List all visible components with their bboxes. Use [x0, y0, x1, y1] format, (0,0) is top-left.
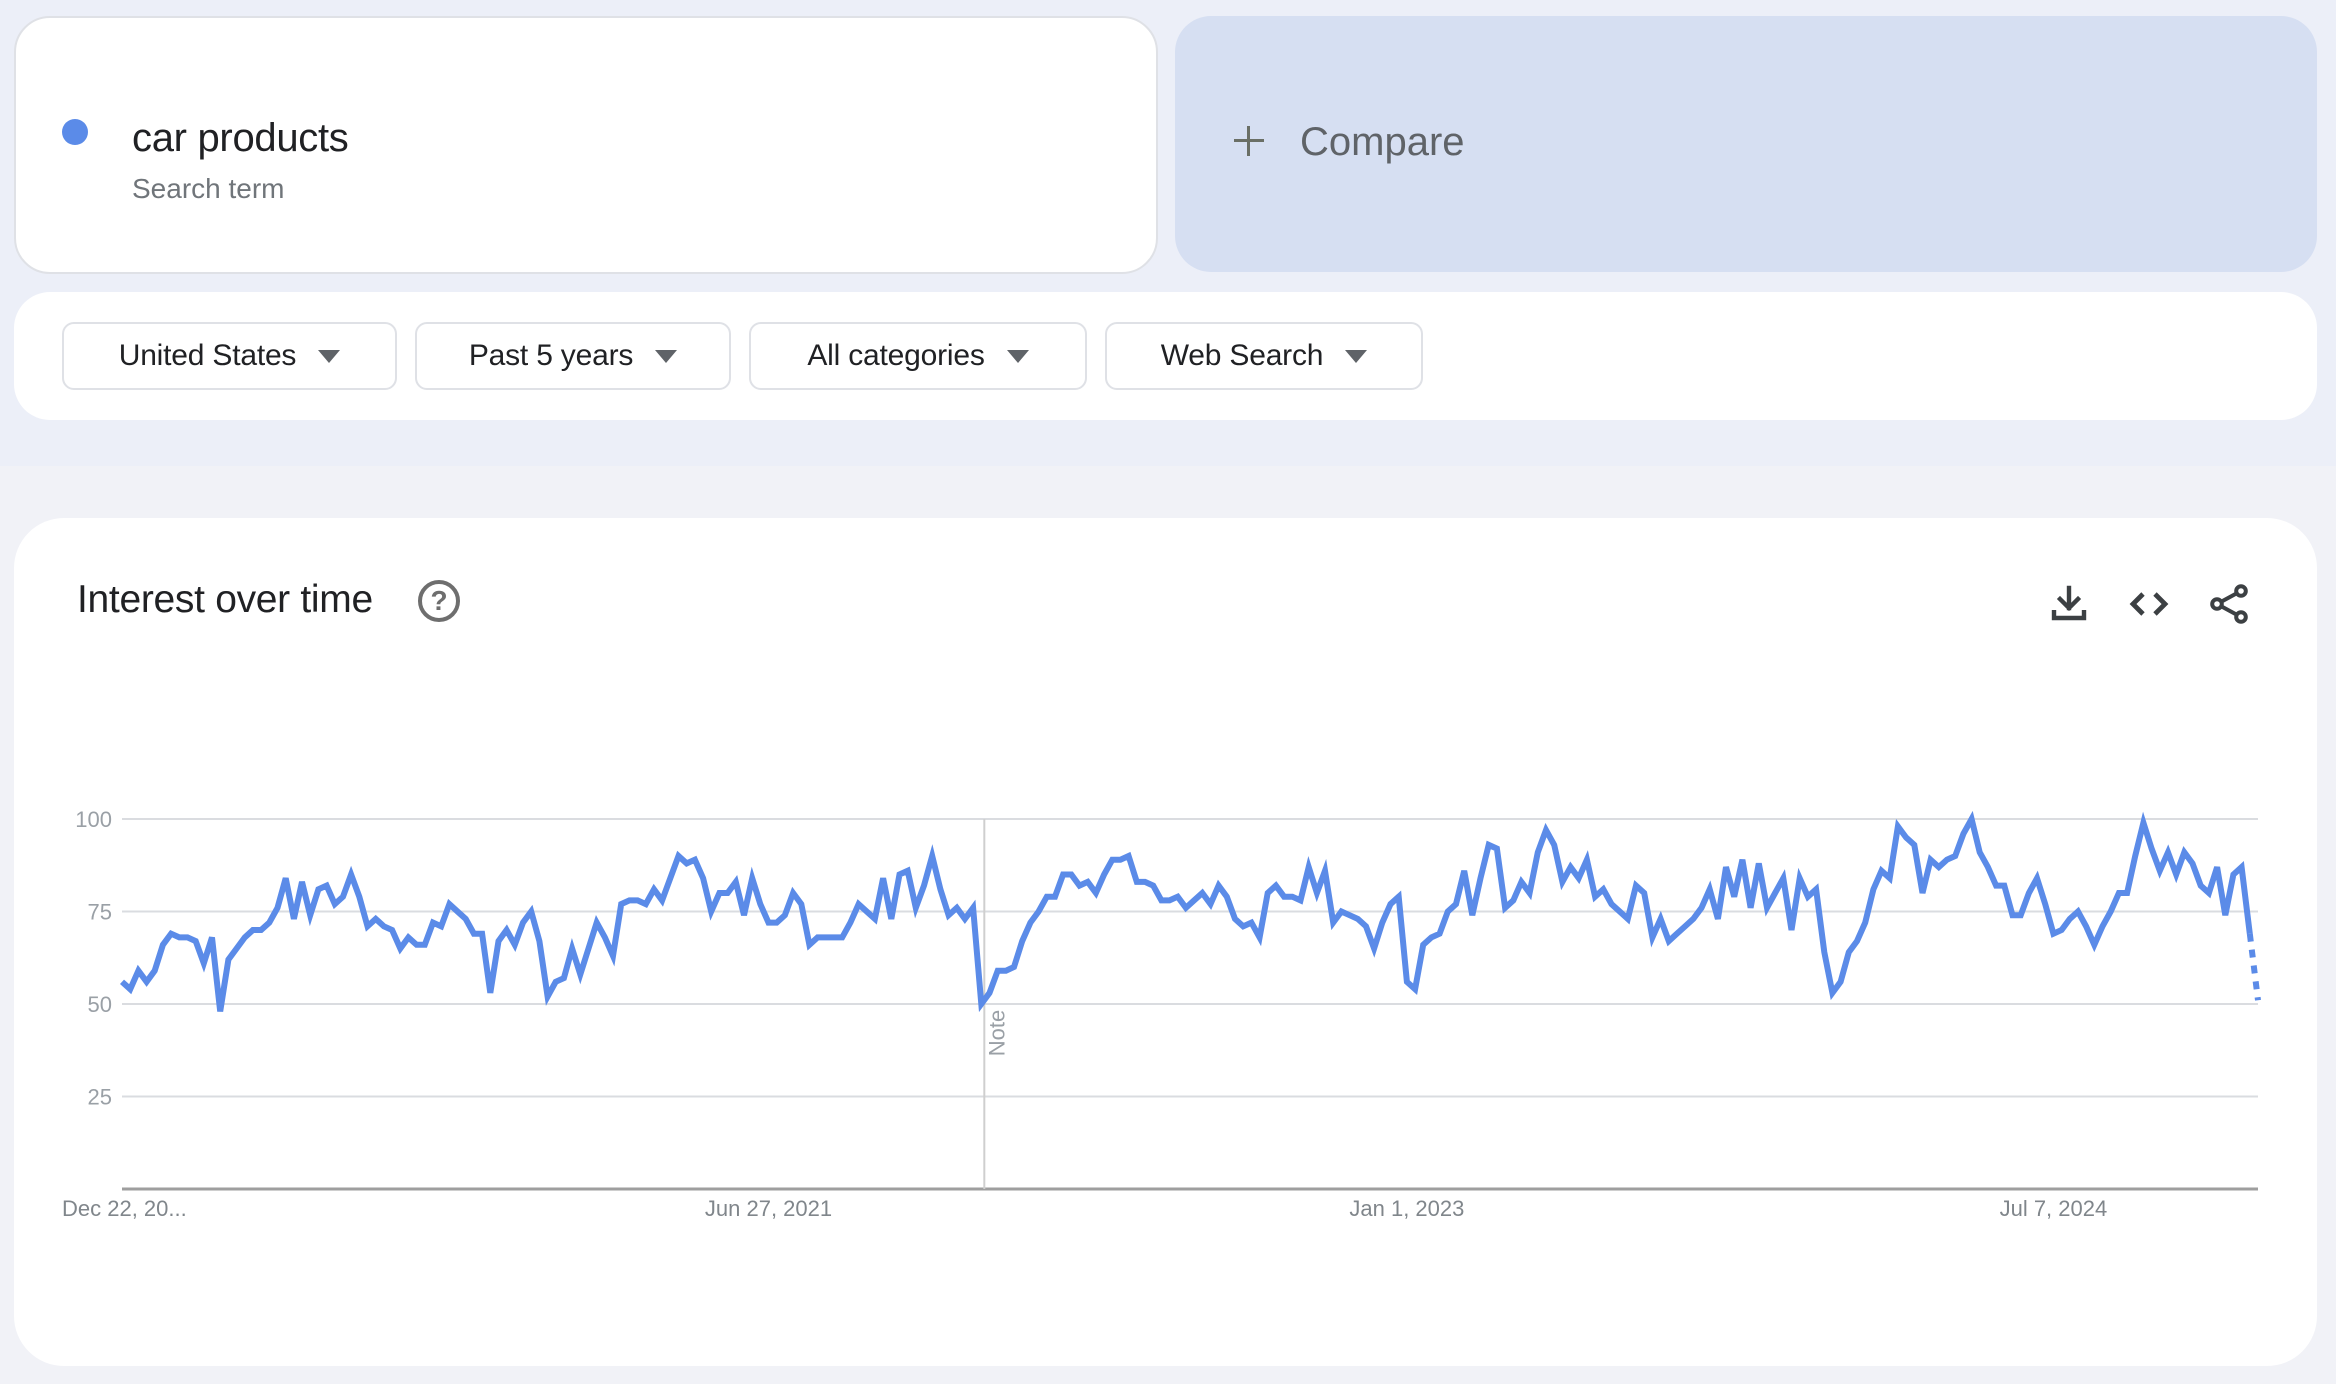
- annotation-label: Note: [984, 1010, 1009, 1056]
- y-tick-label: 50: [88, 992, 112, 1017]
- x-tick-label: Jun 27, 2021: [705, 1196, 832, 1221]
- y-tick-label: 100: [75, 807, 112, 832]
- x-tick-label: Dec 22, 20...: [62, 1196, 187, 1221]
- series-line: [119, 810, 2253, 1013]
- y-tick-label: 75: [88, 900, 112, 925]
- series-partial-line: [2246, 933, 2261, 1001]
- interest-line-chart: 25 50 75 100 Dec 22, 20... Jun 27, 2021 Jan 1…: [62, 807, 2261, 1221]
- x-tick-label: Jul 7, 2024: [2000, 1196, 2108, 1221]
- x-tick-label: Jan 1, 2023: [1349, 1196, 1464, 1221]
- y-tick-label: 25: [88, 1085, 112, 1110]
